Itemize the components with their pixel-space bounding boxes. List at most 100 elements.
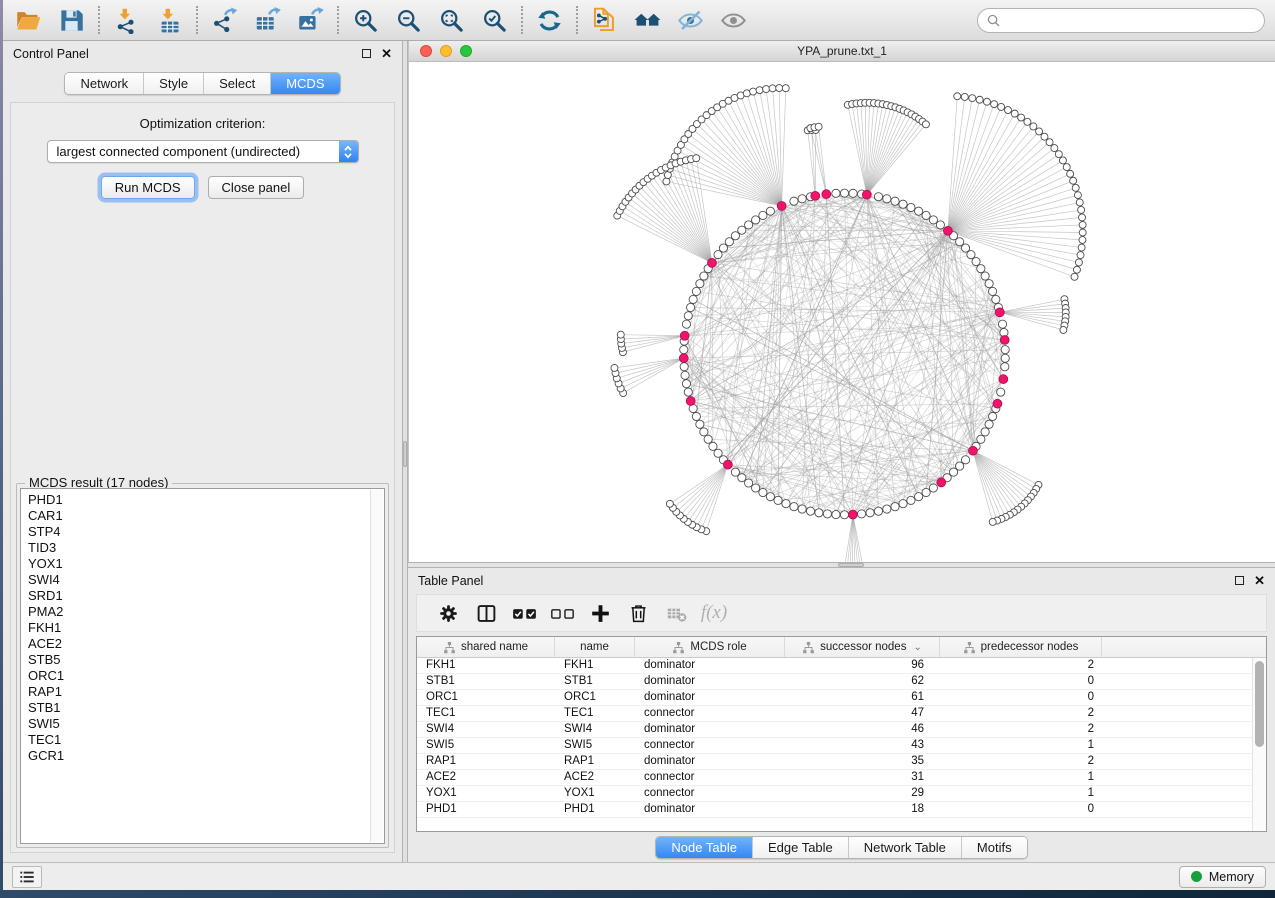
- import-network-button[interactable]: [105, 3, 148, 37]
- import-table-button[interactable]: [148, 3, 191, 37]
- mcds-result-item[interactable]: STB1: [28, 700, 368, 716]
- close-panel-icon[interactable]: ✕: [381, 47, 392, 60]
- mcds-result-item[interactable]: YOX1: [28, 556, 368, 572]
- criterion-dropdown[interactable]: largest connected component (undirected): [47, 140, 359, 163]
- network-graph[interactable]: [409, 62, 1275, 562]
- mcds-result-item[interactable]: PMA2: [28, 604, 368, 620]
- tab-edge-table[interactable]: Edge Table: [753, 837, 849, 858]
- column-menu-icon[interactable]: ⌄: [913, 642, 921, 653]
- table-settings-button[interactable]: [429, 597, 467, 629]
- table-cell: dominator: [635, 722, 785, 737]
- mcds-result-item[interactable]: CAR1: [28, 508, 368, 524]
- table-row[interactable]: STB1STB1dominator620: [417, 674, 1266, 690]
- refresh-button[interactable]: [528, 3, 571, 37]
- export-image-button[interactable]: [289, 3, 332, 37]
- toolbar-separator: [196, 6, 198, 34]
- column-header-successor-nodes[interactable]: successor nodes⌄: [785, 637, 940, 657]
- network-window-titlebar[interactable]: YPA_prune.txt_1: [409, 41, 1275, 62]
- run-mcds-button[interactable]: Run MCDS: [101, 176, 195, 199]
- control-panel-header: Control Panel ✕: [3, 41, 402, 66]
- table-row[interactable]: SWI4SWI4dominator462: [417, 722, 1266, 738]
- table-cell: 0: [940, 802, 1102, 817]
- table-row[interactable]: SWI5SWI5connector431: [417, 738, 1266, 754]
- delete-column-button[interactable]: [619, 597, 657, 629]
- table-row[interactable]: YOX1YOX1connector291: [417, 786, 1266, 802]
- tab-style[interactable]: Style: [144, 73, 204, 94]
- zoom-in-button[interactable]: [344, 3, 387, 37]
- mcds-homes-button[interactable]: [626, 3, 669, 37]
- tab-motifs[interactable]: Motifs: [962, 837, 1027, 858]
- table-settings-icon: [438, 603, 459, 624]
- tab-network[interactable]: Network: [65, 73, 144, 94]
- splitter-handle[interactable]: [403, 441, 407, 467]
- mcds-result-item[interactable]: SWI4: [28, 572, 368, 588]
- select-all-columns-button[interactable]: [505, 597, 543, 629]
- mcds-result-item[interactable]: TID3: [28, 540, 368, 556]
- vertical-splitter[interactable]: [402, 41, 408, 862]
- save-session-icon: [58, 7, 85, 34]
- float-panel-icon[interactable]: [1235, 576, 1244, 585]
- zoom-fit-button[interactable]: [430, 3, 473, 37]
- table-scrollbar[interactable]: [1252, 658, 1266, 831]
- mcds-result-list[interactable]: PHD1CAR1STP4TID3YOX1SWI4SRD1PMA2FKH1ACE2…: [20, 488, 385, 844]
- mcds-result-item[interactable]: TEC1: [28, 732, 368, 748]
- splitter-handle[interactable]: [838, 563, 864, 567]
- hide-selected-button[interactable]: [669, 3, 712, 37]
- mcds-result-item[interactable]: SWI5: [28, 716, 368, 732]
- column-type-icon: [672, 641, 685, 654]
- zoom-selected-icon: [481, 7, 508, 34]
- memory-label: Memory: [1209, 870, 1254, 884]
- mcds-result-item[interactable]: RAP1: [28, 684, 368, 700]
- tab-network-table[interactable]: Network Table: [849, 837, 962, 858]
- table-row[interactable]: TEC1TEC1connector472: [417, 706, 1266, 722]
- mcds-result-item[interactable]: ORC1: [28, 668, 368, 684]
- export-network-button[interactable]: [203, 3, 246, 37]
- column-header-name[interactable]: name: [555, 637, 635, 657]
- close-panel-icon[interactable]: ✕: [1254, 574, 1265, 587]
- open-session-button[interactable]: [7, 3, 50, 37]
- mcds-result-item[interactable]: SRD1: [28, 588, 368, 604]
- search-box[interactable]: [977, 8, 1265, 33]
- tab-mcds[interactable]: MCDS: [271, 73, 339, 94]
- table-row[interactable]: ACE2ACE2connector311: [417, 770, 1266, 786]
- result-list-scrollbar[interactable]: [370, 490, 383, 842]
- zoom-out-button[interactable]: [387, 3, 430, 37]
- table-row[interactable]: FKH1FKH1dominator962: [417, 658, 1266, 674]
- network-canvas[interactable]: [409, 62, 1275, 562]
- task-history-button[interactable]: [12, 866, 42, 888]
- table-cell: dominator: [635, 690, 785, 705]
- column-header-MCDS-role[interactable]: MCDS role: [635, 637, 785, 657]
- deselect-all-columns-button[interactable]: [543, 597, 581, 629]
- table-row[interactable]: PHD1PHD1dominator180: [417, 802, 1266, 818]
- duplicate-network-button[interactable]: [583, 3, 626, 37]
- table-row[interactable]: ORC1ORC1dominator610: [417, 690, 1266, 706]
- save-session-button[interactable]: [50, 3, 93, 37]
- table-row[interactable]: RAP1RAP1dominator352: [417, 754, 1266, 770]
- add-column-button[interactable]: [581, 597, 619, 629]
- zoom-selected-button[interactable]: [473, 3, 516, 37]
- memory-button[interactable]: Memory: [1179, 866, 1266, 888]
- tab-select[interactable]: Select: [204, 73, 271, 94]
- function-icon: f(x): [701, 602, 727, 624]
- mcds-result-item[interactable]: GCR1: [28, 748, 368, 764]
- scrollbar-thumb[interactable]: [1255, 661, 1264, 747]
- mcds-result-item[interactable]: ACE2: [28, 636, 368, 652]
- tab-node-table[interactable]: Node Table: [656, 837, 753, 858]
- show-all-button[interactable]: [712, 3, 755, 37]
- column-header-shared-name[interactable]: shared name: [417, 637, 555, 657]
- float-panel-icon[interactable]: [362, 49, 371, 58]
- choose-columns-button[interactable]: [467, 597, 505, 629]
- column-header-predecessor-nodes[interactable]: predecessor nodes: [940, 637, 1102, 657]
- table-cell: RAP1: [555, 754, 635, 769]
- close-panel-button[interactable]: Close panel: [208, 176, 305, 199]
- mcds-pane: Optimization criterion: largest connecte…: [10, 102, 395, 853]
- horizontal-splitter[interactable]: [408, 562, 1275, 568]
- mcds-result-item[interactable]: PHD1: [28, 492, 368, 508]
- table-panel-header: Table Panel ✕: [408, 568, 1275, 593]
- mcds-result-item[interactable]: STB5: [28, 652, 368, 668]
- export-table-button[interactable]: [246, 3, 289, 37]
- search-input[interactable]: [1006, 13, 1256, 27]
- mcds-result-item[interactable]: STP4: [28, 524, 368, 540]
- application-window: Control Panel ✕ NetworkStyleSelectMCDS O…: [3, 0, 1275, 890]
- mcds-result-item[interactable]: FKH1: [28, 620, 368, 636]
